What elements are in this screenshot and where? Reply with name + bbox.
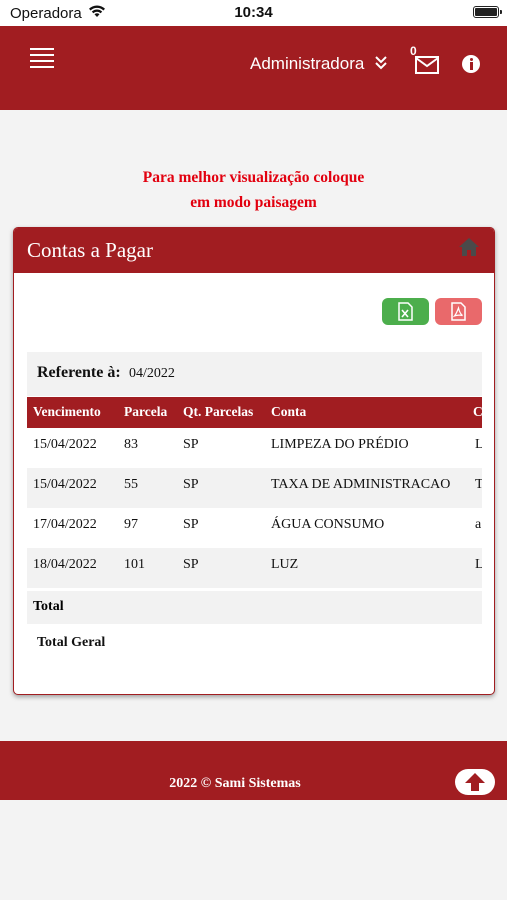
- contas-a-pagar-card: Contas a Pagar Referente à: 04/2022 Venc…: [13, 227, 495, 695]
- landscape-hint: Para melhor visualização coloque em modo…: [0, 165, 507, 215]
- cell-conta: LUZ: [271, 557, 299, 572]
- table-row[interactable]: 15/04/2022 83 SP LIMPEZA DO PRÉDIO L: [27, 428, 482, 468]
- table-row[interactable]: 17/04/2022 97 SP ÁGUA CONSUMO a: [27, 508, 482, 548]
- status-bar: Operadora 10:34: [0, 0, 507, 26]
- cell-vencimento: 15/04/2022: [33, 437, 97, 452]
- mail-icon[interactable]: [415, 56, 439, 74]
- accounts-table: Vencimento Parcela Qt. Parcelas Conta C …: [27, 397, 482, 667]
- table-row[interactable]: 15/04/2022 55 SP TAXA DE ADMINISTRACAO T: [27, 468, 482, 508]
- cell-extra: L: [475, 557, 482, 573]
- reference-value: 04/2022: [129, 366, 175, 381]
- bottom-blank-area: [0, 800, 507, 900]
- export-pdf-button[interactable]: [435, 298, 482, 325]
- cell-extra: L: [475, 437, 482, 453]
- cell-parcela: 101: [124, 557, 145, 572]
- cell-vencimento: 15/04/2022: [33, 477, 97, 492]
- clock: 10:34: [234, 4, 273, 21]
- back-to-top-button[interactable]: [455, 769, 495, 795]
- cell-extra: a: [475, 517, 482, 532]
- export-excel-button[interactable]: [382, 298, 429, 325]
- col-conta[interactable]: Conta: [271, 404, 306, 420]
- table-row[interactable]: 18/04/2022 101 SP LUZ L: [27, 548, 482, 588]
- col-extra[interactable]: C: [473, 404, 482, 420]
- cell-qt-parcelas: SP: [183, 437, 199, 452]
- user-menu[interactable]: Administradora: [250, 54, 364, 74]
- col-vencimento[interactable]: Vencimento: [33, 404, 101, 420]
- home-icon[interactable]: [458, 237, 480, 257]
- footer: 2022 © Sami Sistemas: [0, 741, 507, 800]
- table-header: Vencimento Parcela Qt. Parcelas Conta C: [27, 397, 482, 428]
- pdf-file-icon: [451, 302, 466, 321]
- card-title: Contas a Pagar: [27, 238, 153, 262]
- cell-qt-parcelas: SP: [183, 517, 199, 532]
- cell-conta: TAXA DE ADMINISTRACAO: [271, 477, 451, 492]
- cell-parcela: 83: [124, 437, 138, 452]
- arrow-up-icon: [465, 773, 485, 791]
- cell-vencimento: 18/04/2022: [33, 557, 97, 572]
- cell-qt-parcelas: SP: [183, 557, 199, 572]
- cell-qt-parcelas: SP: [183, 477, 199, 492]
- footer-copyright: 2022 © Sami Sistemas: [169, 776, 301, 791]
- cell-conta: LIMPEZA DO PRÉDIO: [271, 437, 409, 452]
- col-qt-parcelas[interactable]: Qt. Parcelas: [183, 404, 253, 420]
- menu-icon[interactable]: [30, 48, 54, 68]
- cell-conta: ÁGUA CONSUMO: [271, 517, 385, 532]
- battery-icon: [473, 6, 502, 18]
- top-navbar: Administradora 0: [0, 26, 507, 110]
- info-icon[interactable]: [462, 55, 480, 73]
- total-row: Total: [27, 591, 482, 624]
- double-chevron-down-icon[interactable]: [374, 54, 388, 70]
- cell-extra: T: [475, 477, 482, 493]
- col-parcela[interactable]: Parcela: [124, 404, 167, 420]
- reference-label: Referente à:: [37, 364, 121, 381]
- cell-parcela: 55: [124, 477, 138, 492]
- total-label: Total: [33, 599, 64, 614]
- cell-parcela: 97: [124, 517, 138, 532]
- excel-file-icon: [398, 302, 413, 321]
- hint-line-1: Para melhor visualização coloque: [142, 169, 365, 186]
- total-geral-label: Total Geral: [37, 635, 106, 650]
- cell-vencimento: 17/04/2022: [33, 517, 97, 532]
- hint-line-2: em modo paisagem: [190, 194, 317, 211]
- card-header: Contas a Pagar: [14, 228, 494, 273]
- reference-row: Referente à: 04/2022: [27, 352, 482, 396]
